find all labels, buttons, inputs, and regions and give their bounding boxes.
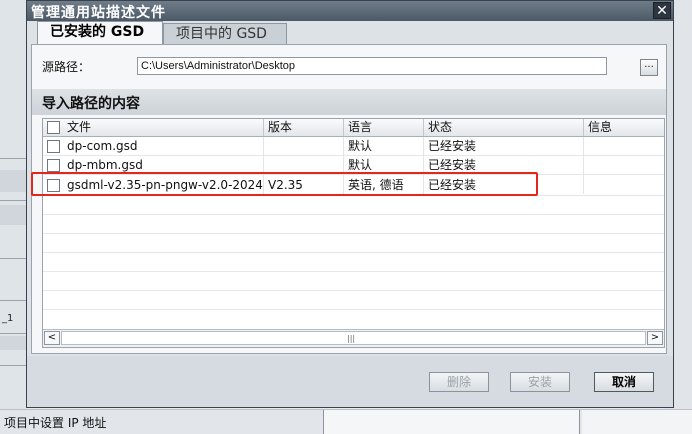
scroll-right-button[interactable]: > <box>647 331 663 345</box>
table-row-empty <box>43 234 664 253</box>
cell-file: dp-com.gsd <box>63 137 264 156</box>
cell-info <box>584 137 664 156</box>
table-row-empty <box>43 310 664 330</box>
background-status-bar: 项目中设置 IP 地址 <box>0 409 692 434</box>
tab-content-panel: 源路径： C:\Users\Administrator\Desktop ... … <box>31 44 667 354</box>
dialog-title-bar[interactable]: 管理通用站描述文件 ✕ <box>27 1 673 21</box>
scroll-left-button[interactable]: < <box>44 331 60 345</box>
background-left-panel <box>0 0 26 433</box>
column-header-status[interactable]: 状态 <box>424 119 584 136</box>
row-checkbox[interactable] <box>47 159 60 172</box>
cell-info <box>584 175 664 194</box>
dialog-footer: 删除 安装 取消 <box>27 356 673 407</box>
install-button[interactable]: 安装 <box>510 372 570 392</box>
horizontal-scrollbar[interactable]: < ||| > <box>43 329 664 347</box>
background-pane-right <box>582 410 692 434</box>
column-header-file[interactable]: 文件 <box>63 119 264 136</box>
cell-version <box>264 137 344 156</box>
column-header-info[interactable]: 信息 <box>584 119 664 136</box>
column-header-language[interactable]: 语言 <box>344 119 424 136</box>
cancel-button[interactable]: 取消 <box>594 372 654 392</box>
manage-gsd-dialog: 管理通用站描述文件 ✕ 已安装的 GSD 项目中的 GSD 源路径： C:\Us… <box>26 0 674 408</box>
scroll-grip-icon: ||| <box>347 334 356 343</box>
tab-installed-gsd[interactable]: 已安装的 GSD <box>37 21 163 45</box>
background-fragment: _1 <box>2 313 14 324</box>
table-row-empty <box>43 272 664 291</box>
browse-button[interactable]: ... <box>640 59 658 76</box>
background-pane <box>323 410 580 434</box>
cell-info <box>584 156 664 175</box>
close-button[interactable]: ✕ <box>653 2 671 19</box>
table-row-empty <box>43 253 664 272</box>
cell-language: 默认 <box>344 137 424 156</box>
source-path-label: 源路径： <box>42 60 91 74</box>
cell-status: 已经安装 <box>424 137 584 156</box>
table-row-empty <box>43 196 664 215</box>
table-header: 文件 版本 语言 状态 信息 <box>43 119 664 137</box>
background-status-text: 项目中设置 IP 地址 <box>4 416 107 430</box>
tab-project-gsd[interactable]: 项目中的 GSD <box>163 23 287 45</box>
column-header-version[interactable]: 版本 <box>264 119 344 136</box>
table-row-empty <box>43 215 664 234</box>
source-path-input[interactable]: C:\Users\Administrator\Desktop <box>137 57 607 75</box>
section-header: 导入路径的内容 <box>32 89 666 115</box>
section-title: 导入路径的内容 <box>42 96 140 112</box>
dialog-title: 管理通用站描述文件 <box>31 5 166 21</box>
gsd-file-table: 文件 版本 语言 状态 信息 dp-com.gsd 默认 已经安装 dp-mbm… <box>42 118 665 348</box>
scroll-thumb[interactable]: ||| <box>61 331 646 345</box>
row-checkbox[interactable] <box>47 140 60 153</box>
highlight-annotation <box>31 172 538 196</box>
table-row-empty <box>43 291 664 310</box>
table-row[interactable]: dp-com.gsd 默认 已经安装 <box>43 137 664 156</box>
select-all-checkbox[interactable] <box>47 121 60 134</box>
delete-button[interactable]: 删除 <box>429 372 489 392</box>
